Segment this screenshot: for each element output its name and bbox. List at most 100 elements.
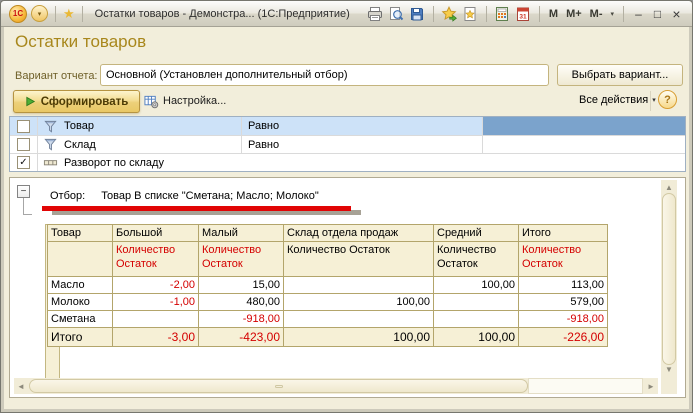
separator (538, 5, 540, 22)
column-header: Большой (112, 224, 199, 242)
checkbox-sklad[interactable] (17, 138, 30, 151)
table-cell: 100,00 (433, 327, 519, 347)
table-row: Масло -2,00 15,00 100,00 113,00 (47, 276, 608, 294)
subheader-cell: Количество Остаток (433, 241, 519, 277)
choose-variant-button[interactable]: Выбрать вариант... (557, 64, 683, 86)
table-cell: 15,00 (198, 276, 284, 294)
report-variant-label: Вариант отчета: (15, 70, 98, 82)
horizontal-scrollbar[interactable]: ◄ ► (14, 378, 658, 394)
scroll-left-icon[interactable]: ◄ (14, 378, 28, 394)
table-header-row: Товар Большой Малый Склад отдела продаж … (47, 224, 608, 242)
table-cell (433, 293, 519, 311)
close-button[interactable]: × (669, 6, 684, 22)
table-cell: 100,00 (283, 293, 434, 311)
table-total-row: Итого -3,00 -423,00 100,00 100,00 -226,0… (47, 327, 608, 347)
subheader-cell: Количество Остаток (283, 241, 434, 277)
chevron-down-icon[interactable]: ▾ (608, 10, 616, 18)
separator (55, 5, 56, 22)
report-filter-line: Отбор: Товар В списке "Сметана; Масло; Мо… (50, 190, 319, 202)
memory-minus-button[interactable]: M- (588, 8, 605, 20)
table-row: Молоко -1,00 480,00 100,00 579,00 (47, 293, 608, 311)
table-cell (112, 310, 199, 328)
separator (81, 5, 83, 22)
table-cell (283, 310, 434, 328)
column-header: Малый (198, 224, 284, 242)
help-button[interactable]: ? (658, 90, 677, 109)
table-cell: -918,00 (518, 310, 608, 328)
favorites-star-icon[interactable]: ★ (63, 6, 75, 22)
table-cell: -3,00 (112, 327, 199, 347)
table-cell: -2,00 (112, 276, 199, 294)
scrollbar-corner (661, 378, 677, 394)
print-icon[interactable] (367, 5, 384, 22)
table-cell: 579,00 (518, 293, 608, 311)
app-window: 1С ▾ ★ Остатки товаров - Демонстра... (1… (0, 0, 693, 413)
table-cell: 113,00 (518, 276, 608, 294)
table-cell: -918,00 (198, 310, 284, 328)
vertical-scroll-thumb[interactable] (662, 193, 676, 365)
horizontal-scroll-thumb[interactable] (29, 379, 528, 393)
separator (432, 5, 434, 22)
collapse-group-button[interactable]: − (17, 185, 30, 198)
column-header: Итого (518, 224, 608, 242)
all-actions-button[interactable]: Все действия ▾ (579, 94, 656, 106)
table-cell: 100,00 (433, 276, 519, 294)
checkbox-razvorot[interactable] (17, 156, 30, 169)
table-cell: -423,00 (198, 327, 284, 347)
table-cell (283, 276, 434, 294)
row-label: Сметана (47, 310, 113, 328)
minimize-button[interactable]: – (631, 7, 646, 21)
generate-button[interactable]: Сформировать (13, 90, 140, 113)
memory-recall-button[interactable]: M (547, 8, 560, 20)
row-label: Масло (47, 276, 113, 294)
filter-value-cell[interactable] (483, 136, 685, 153)
filter-text: Товар В списке "Сметана; Масло; Молоко" (101, 190, 319, 202)
subheader-cell: Количество Остаток (112, 241, 199, 277)
table-cell: 100,00 (283, 327, 434, 347)
main-menu-dropdown-button[interactable]: ▾ (31, 5, 48, 22)
1c-logo-icon[interactable]: 1С (9, 4, 27, 23)
calendar-icon[interactable]: 31 (515, 5, 532, 22)
scroll-up-icon[interactable]: ▲ (661, 183, 677, 193)
print-preview-icon[interactable] (388, 5, 405, 22)
favorites-list-icon[interactable] (462, 5, 479, 22)
row-label: Молоко (47, 293, 113, 311)
save-icon[interactable] (409, 5, 426, 22)
memory-plus-button[interactable]: M+ (564, 8, 584, 20)
table-cell (433, 310, 519, 328)
horizontal-scroll-track[interactable] (528, 378, 643, 394)
filter-row-sklad[interactable]: Склад Равно (10, 135, 685, 153)
titlebar: 1С ▾ ★ Остатки товаров - Демонстра... (1… (1, 1, 692, 27)
column-header: Средний (433, 224, 519, 242)
report-area: − Отбор: Товар В списке "Сметана; Масло; … (9, 177, 686, 398)
filter-settings-table: Товар Равно Склад Равно Разворот по скла… (9, 116, 686, 172)
separator (485, 5, 487, 22)
settings-grid-gear-icon (144, 94, 159, 109)
filter-row-tovar[interactable]: Товар Равно (10, 117, 685, 135)
settings-button[interactable]: Настройка... (144, 91, 226, 111)
table-cell: -1,00 (112, 293, 199, 311)
group-tree-line (23, 198, 32, 215)
report-table: Товар Большой Малый Склад отдела продаж … (47, 224, 608, 347)
window-title: Остатки товаров - Демонстра... (1С:Предп… (94, 7, 350, 20)
add-to-favorites-icon[interactable] (441, 5, 458, 22)
maximize-button[interactable]: □ (650, 7, 665, 21)
table-row: Сметана -918,00 -918,00 (47, 310, 608, 328)
page-title: Остатки товаров (15, 32, 147, 51)
filter-row-razvorot[interactable]: Разворот по складу (10, 153, 685, 171)
filter-value-cell[interactable] (483, 117, 685, 135)
column-header: Товар (47, 224, 113, 242)
scroll-down-icon[interactable]: ▼ (661, 365, 677, 375)
subheader-cell (47, 241, 113, 277)
svg-text:31: 31 (520, 13, 528, 20)
table-subheader-row: Количество Остаток Количество Остаток Ко… (47, 241, 608, 277)
calculator-icon[interactable] (494, 5, 511, 22)
row-label: Итого (47, 327, 113, 347)
column-header: Склад отдела продаж (283, 224, 434, 242)
subheader-cell: Количество Остаток (518, 241, 608, 277)
report-variant-input[interactable] (100, 64, 549, 86)
filter-funnel-icon (43, 119, 58, 134)
vertical-scrollbar[interactable]: ▲ ▼ (661, 180, 677, 378)
scroll-right-icon[interactable]: ► (644, 378, 658, 394)
checkbox-tovar[interactable] (17, 119, 30, 133)
